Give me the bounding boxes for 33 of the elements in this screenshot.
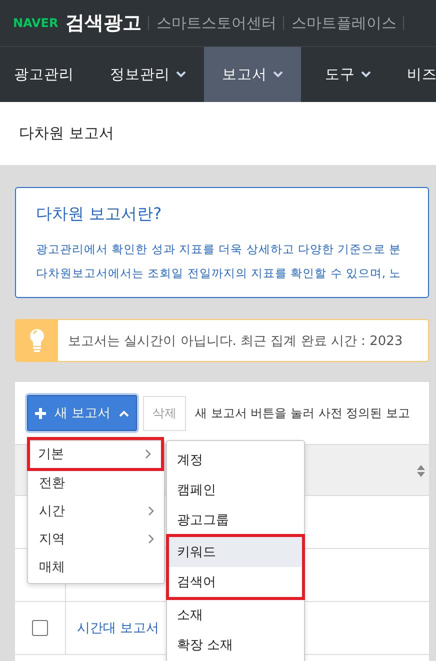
info-title: 다차원 보고서란? xyxy=(36,204,163,225)
row-checkbox[interactable] xyxy=(32,620,48,636)
submenu-item[interactable]: 검색어 xyxy=(169,567,302,597)
lightbulb-icon xyxy=(29,328,45,353)
nav-tab[interactable]: 도구 xyxy=(311,47,393,102)
info-text: 광고관리에서 확인한 성과 지표를 더욱 상세하고 다양한 기준으로 분 xyxy=(36,241,402,258)
nav-tab[interactable]: 보고서 xyxy=(204,47,301,102)
notice-text: 보고서는 실시간이 아닙니다. 최근 집계 완료 시간 : 2023 xyxy=(68,332,403,350)
submenu-item[interactable]: 키워드 xyxy=(169,537,302,567)
chevron-up-icon xyxy=(118,410,129,416)
submenu-item[interactable]: 확장 소재 xyxy=(167,630,304,660)
menu-item[interactable]: 매체 xyxy=(28,553,164,581)
header-link[interactable]: 스마트스토어센터 xyxy=(156,14,276,32)
menu-item[interactable]: 기본 xyxy=(27,437,164,471)
submenu-item[interactable]: 계정 xyxy=(167,445,304,475)
menu-item[interactable]: 시간 xyxy=(28,497,164,525)
brand-logo[interactable]: NAVER xyxy=(13,16,58,30)
menu-item[interactable]: 전환 xyxy=(28,469,164,497)
info-text: 다차원보고서에서는 조회일 전일까지의 지표를 확인할 수 있으며, 노 xyxy=(36,265,402,282)
submenu-item[interactable]: 광고그룹 xyxy=(167,505,304,535)
submenu-item[interactable]: 캠페인 xyxy=(167,475,304,505)
report-link[interactable]: 시간대 보고서 xyxy=(77,619,160,637)
hint-text: 새 보고서 버튼을 눌러 사전 정의된 보고 xyxy=(195,404,410,422)
menu-item[interactable]: 지역 xyxy=(28,525,164,553)
page-title: 다차원 보고서 xyxy=(19,124,114,143)
nav-tab[interactable]: 광고관리 xyxy=(0,47,96,102)
sort-icon[interactable] xyxy=(417,465,425,477)
header-link[interactable]: 스마트플레이스 xyxy=(291,14,396,32)
plus-icon xyxy=(35,408,46,418)
product-title[interactable]: 검색광고 xyxy=(65,10,142,36)
nav-tab[interactable]: 비즈 xyxy=(393,47,436,102)
submenu-item[interactable]: 소재 xyxy=(167,600,304,630)
new-report-button[interactable]: 새 보고서 xyxy=(27,395,137,431)
